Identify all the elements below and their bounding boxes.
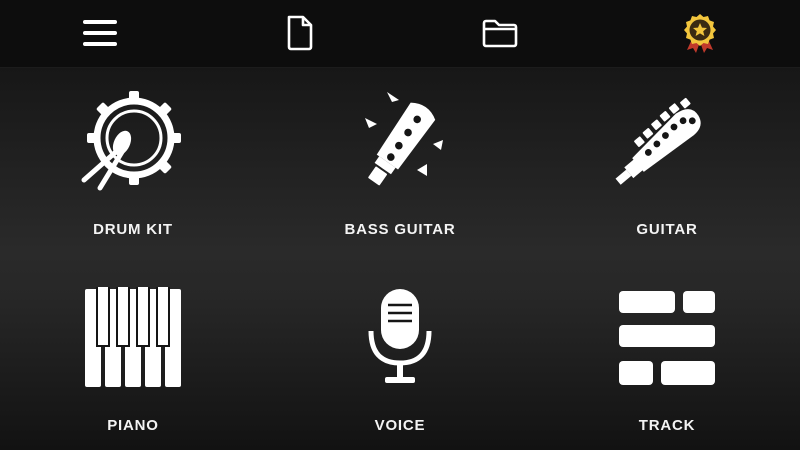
drum-kit-icon bbox=[81, 91, 181, 191]
track-tile[interactable]: TRACK bbox=[534, 259, 800, 450]
piano-label: PIANO bbox=[107, 417, 159, 434]
voice-label: VOICE bbox=[374, 417, 426, 434]
top-toolbar bbox=[0, 0, 800, 68]
piano-icon bbox=[85, 287, 181, 387]
hamburger-menu-icon bbox=[83, 20, 117, 46]
microphone-icon bbox=[368, 289, 432, 383]
guitar-icon bbox=[615, 97, 701, 185]
guitar-tile[interactable]: GUITAR bbox=[534, 68, 800, 259]
guitar-label: GUITAR bbox=[636, 221, 698, 238]
drum-kit-tile[interactable]: DRUM KIT bbox=[0, 68, 266, 259]
bass-guitar-tile[interactable]: BASS GUITAR bbox=[267, 68, 533, 259]
new-file-button[interactable] bbox=[277, 10, 323, 56]
bass-guitar-label: BASS GUITAR bbox=[344, 221, 456, 238]
bass-guitar-icon bbox=[365, 92, 443, 186]
open-folder-button[interactable] bbox=[477, 10, 523, 56]
folder-icon bbox=[482, 19, 518, 48]
track-label: TRACK bbox=[638, 417, 696, 434]
drum-kit-label: DRUM KIT bbox=[93, 221, 173, 238]
menu-button[interactable] bbox=[77, 10, 123, 56]
instrument-grid: DRUM KIT BASS GUITAR GUITAR PIANO VOICE … bbox=[0, 68, 800, 450]
award-badge-icon bbox=[684, 14, 716, 53]
piano-tile[interactable]: PIANO bbox=[0, 259, 266, 450]
track-icon bbox=[619, 291, 715, 385]
premium-button[interactable] bbox=[677, 10, 723, 56]
voice-tile[interactable]: VOICE bbox=[267, 259, 533, 450]
new-file-icon bbox=[287, 15, 313, 51]
